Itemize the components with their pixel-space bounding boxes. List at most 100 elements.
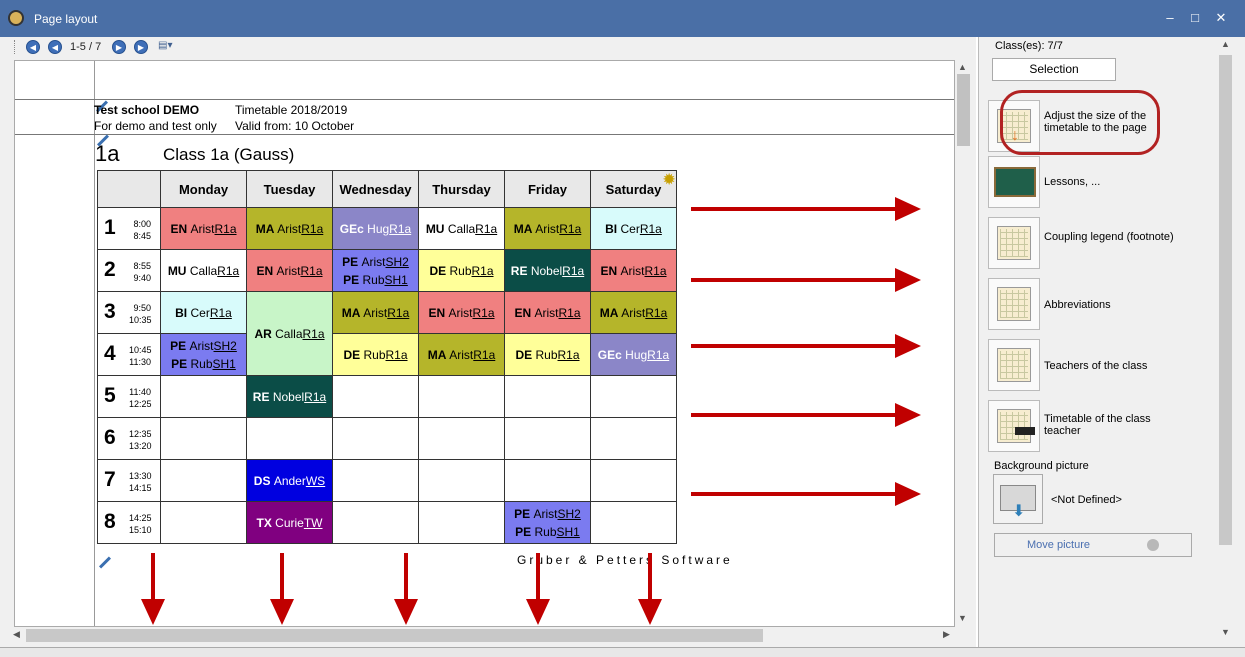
lesson-cell[interactable]: PE AristSH2 PE RubSH1 xyxy=(160,333,247,376)
lesson-cell[interactable]: RE NobelR1a xyxy=(504,249,591,292)
lesson-cell[interactable]: EN AristR1a xyxy=(504,291,591,334)
lesson-cell[interactable]: MA AristR1a xyxy=(246,207,333,250)
empty-cell[interactable] xyxy=(246,417,333,460)
lesson-cell[interactable]: DE RubR1a xyxy=(418,249,505,292)
scroll-up-icon[interactable]: ▲ xyxy=(1221,39,1230,49)
lesson-cell[interactable]: BI CerR1a xyxy=(590,207,677,250)
lesson-cell[interactable]: EN AristR1a xyxy=(246,249,333,292)
sidebar-item-coupling-legend[interactable]: Coupling legend (footnote) xyxy=(988,217,1188,269)
lesson-text: MU CallaR1a xyxy=(167,263,240,278)
page-setup-menu-icon[interactable]: ▤▾ xyxy=(158,40,180,54)
empty-cell[interactable] xyxy=(160,459,247,502)
sidebar-scrollbar[interactable]: ▲ ▼ xyxy=(1216,37,1234,647)
empty-cell[interactable] xyxy=(160,375,247,418)
lessons-icon xyxy=(988,156,1040,208)
empty-cell[interactable] xyxy=(418,459,505,502)
maximize-button[interactable]: □ xyxy=(1185,9,1205,27)
empty-cell[interactable] xyxy=(418,375,505,418)
lesson-cell[interactable]: MA AristR1a xyxy=(504,207,591,250)
lesson-cell[interactable]: PE AristSH2 PE RubSH1 xyxy=(504,501,591,544)
scroll-down-icon[interactable]: ▼ xyxy=(1221,627,1230,637)
annotation-arrowhead xyxy=(270,599,294,625)
sidebar-scroll-thumb[interactable] xyxy=(1219,55,1232,545)
lesson-cell[interactable]: BI CerR1a xyxy=(160,291,247,334)
lesson-cell[interactable]: DE RubR1a xyxy=(504,333,591,376)
lesson-text: MA AristR1a xyxy=(341,305,410,320)
lesson-text: GEc HugR1a xyxy=(339,221,412,236)
empty-cell[interactable] xyxy=(590,417,677,460)
lesson-text: MU CallaR1a xyxy=(425,221,498,236)
preview-toolbar: ◀ ◀ 1-5 / 7 ▶ ▶ ▤▾ xyxy=(10,37,970,57)
lesson-cell[interactable]: EN AristR1a xyxy=(590,249,677,292)
lesson-cell[interactable]: RE NobelR1a xyxy=(246,375,333,418)
empty-cell[interactable] xyxy=(590,501,677,544)
scroll-up-icon[interactable]: ▲ xyxy=(958,62,967,72)
lesson-text: AR CallaR1a xyxy=(254,326,325,341)
preview-pane: ◀ ◀ 1-5 / 7 ▶ ▶ ▤▾ Test school DEMO For … xyxy=(0,37,976,647)
empty-cell[interactable] xyxy=(504,375,591,418)
empty-cell[interactable] xyxy=(160,501,247,544)
lesson-cell[interactable]: EN AristR1a xyxy=(418,291,505,334)
vertical-scrollbar[interactable]: ▲ ▼ xyxy=(955,60,972,627)
prev-page-icon[interactable]: ◀ xyxy=(48,40,62,54)
page-footer: Gruber & Petters Software xyxy=(517,553,733,567)
period-row-4: 4 10:45 11:30 PE AristSH2 PE RubSH1 DE RubR… xyxy=(97,333,677,376)
horizontal-scroll-thumb[interactable] xyxy=(26,629,763,642)
scroll-right-icon[interactable]: ▶ xyxy=(943,629,950,640)
timetable-grid[interactable]: Monday Tuesday Wednesday Thursday Friday… xyxy=(97,170,677,544)
empty-cell[interactable] xyxy=(332,501,419,544)
class-teacher-icon xyxy=(988,400,1040,452)
gear-icon[interactable]: ✹ xyxy=(663,171,675,188)
move-picture-button[interactable]: Move picture xyxy=(994,533,1192,557)
lesson-cell[interactable]: PE AristSH2 PE RubSH1 xyxy=(332,249,419,292)
lesson-cell[interactable]: TX CurieTW xyxy=(246,501,333,544)
day-header: Friday xyxy=(504,170,591,208)
lesson-cell[interactable]: GEc HugR1a xyxy=(332,207,419,250)
sidebar-item-class-teacher[interactable]: Timetable of the class teacher xyxy=(988,400,1188,452)
empty-cell[interactable] xyxy=(160,417,247,460)
lesson-cell[interactable]: DS AnderWS xyxy=(246,459,333,502)
sidebar-item-lessons[interactable]: Lessons, ... xyxy=(988,156,1188,208)
close-button[interactable]: ✕ xyxy=(1211,9,1231,27)
first-page-icon[interactable]: ◀ xyxy=(26,40,40,54)
lesson-cell[interactable]: MU CallaR1a xyxy=(418,207,505,250)
horizontal-scrollbar[interactable]: ◀ ▶ xyxy=(10,627,955,644)
scroll-left-icon[interactable]: ◀ xyxy=(13,629,20,640)
background-picture-icon[interactable]: ⬇ xyxy=(993,474,1043,524)
lesson-cell[interactable]: GEc HugR1a xyxy=(590,333,677,376)
scroll-down-icon[interactable]: ▼ xyxy=(958,613,967,623)
app-clock-icon xyxy=(8,10,24,26)
lesson-cell[interactable]: DE RubR1a xyxy=(332,333,419,376)
minimize-button[interactable]: – xyxy=(1160,9,1180,27)
last-page-icon[interactable]: ▶ xyxy=(134,40,148,54)
sidebar-item-abbreviations[interactable]: Abbreviations xyxy=(988,278,1188,330)
corner-cell xyxy=(97,170,161,208)
annotation-arrow xyxy=(536,553,540,601)
annotation-arrow xyxy=(691,278,901,282)
lesson-text: RE NobelR1a xyxy=(510,263,585,278)
day-header: Monday xyxy=(160,170,247,208)
lesson-cell[interactable]: MA AristR1a xyxy=(332,291,419,334)
next-page-icon[interactable]: ▶ xyxy=(112,40,126,54)
vertical-scroll-thumb[interactable] xyxy=(957,74,970,146)
sidebar-item-teachers[interactable]: Teachers of the class xyxy=(988,339,1188,391)
lesson-cell[interactable]: MA AristR1a xyxy=(590,291,677,334)
empty-cell[interactable] xyxy=(332,375,419,418)
empty-cell[interactable] xyxy=(504,417,591,460)
empty-cell[interactable] xyxy=(504,459,591,502)
lesson-text: PE RubSH1 xyxy=(343,272,408,287)
lesson-cell[interactable]: MU CallaR1a xyxy=(160,249,247,292)
lesson-cell[interactable]: EN AristR1a xyxy=(160,207,247,250)
lesson-cell[interactable]: AR CallaR1a xyxy=(246,291,333,376)
empty-cell[interactable] xyxy=(332,417,419,460)
lesson-cell[interactable]: MA AristR1a xyxy=(418,333,505,376)
empty-cell[interactable] xyxy=(418,501,505,544)
period-cell: 4 10:45 11:30 xyxy=(97,333,161,376)
empty-cell[interactable] xyxy=(332,459,419,502)
selection-button[interactable]: Selection xyxy=(992,58,1116,81)
empty-cell[interactable] xyxy=(418,417,505,460)
empty-cell[interactable] xyxy=(590,375,677,418)
edit-footer-pencil-icon[interactable] xyxy=(98,556,112,569)
annotation-arrowhead xyxy=(895,403,921,427)
empty-cell[interactable] xyxy=(590,459,677,502)
